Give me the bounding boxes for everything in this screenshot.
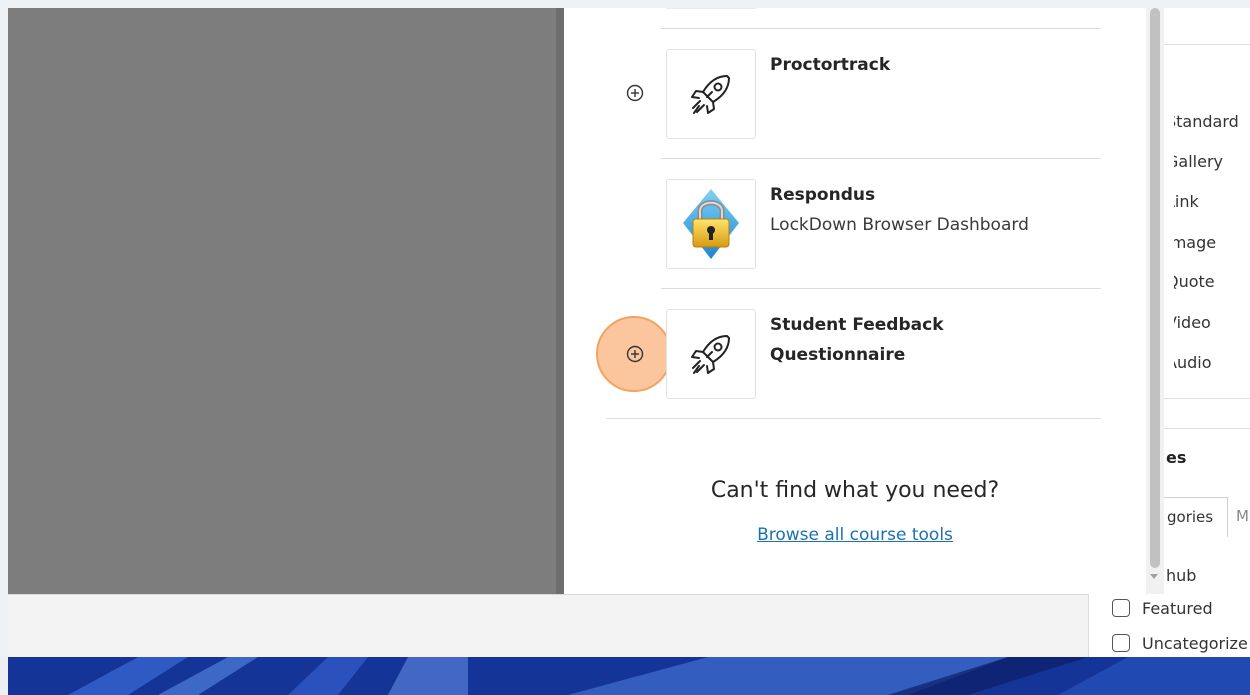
student-feedback-title-line2: Questionnaire bbox=[770, 345, 906, 365]
list-bottom-divider bbox=[606, 418, 1101, 419]
respondus-subtitle: LockDown Browser Dashboard bbox=[770, 215, 1029, 235]
padlock-icon bbox=[683, 189, 739, 259]
scroll-down-arrow[interactable] bbox=[1150, 574, 1158, 579]
desktop-wallpaper bbox=[8, 657, 1250, 695]
course-tools-panel: Proctortrack Respondus LockDown Browser … bbox=[564, 8, 1146, 594]
tab-most-used[interactable]: M bbox=[1228, 497, 1250, 537]
browse-all-tools-link[interactable]: Browse all course tools bbox=[564, 525, 1146, 545]
student-feedback-title: Student Feedback bbox=[770, 315, 944, 335]
plus-circle-icon bbox=[626, 345, 644, 363]
previous-thumb-edge bbox=[666, 8, 756, 9]
checkbox-featured[interactable]: Featured bbox=[1112, 597, 1213, 619]
proctortrack-title: Proctortrack bbox=[770, 55, 891, 75]
background-bottom-area bbox=[8, 594, 1250, 658]
row-divider bbox=[661, 288, 1101, 289]
checkbox-uncategorized[interactable]: Uncategorize bbox=[1112, 632, 1248, 654]
checkbox-label: Featured bbox=[1142, 598, 1213, 618]
add-student-feedback-button[interactable] bbox=[621, 340, 649, 368]
checkbox-box[interactable] bbox=[1112, 634, 1130, 652]
wallpaper-graphic bbox=[8, 657, 1250, 695]
category-item-partial: hub bbox=[1166, 566, 1197, 585]
tab-categories[interactable]: gories bbox=[1158, 497, 1228, 537]
panel-scrollbar[interactable] bbox=[1146, 8, 1164, 594]
block-type-standard: Standard bbox=[1166, 112, 1239, 131]
cant-find-heading: Can't find what you need? bbox=[710, 478, 1000, 503]
student-feedback-thumbnail bbox=[666, 309, 756, 399]
add-proctortrack-button[interactable] bbox=[621, 79, 649, 107]
row-divider bbox=[661, 158, 1101, 159]
checkbox-label: Uncategorize bbox=[1142, 633, 1248, 653]
rocket-icon bbox=[691, 335, 730, 374]
panel-edge bbox=[556, 8, 564, 594]
right-separator bbox=[1164, 44, 1250, 45]
block-type-gallery: Gallery bbox=[1166, 152, 1223, 171]
row-divider bbox=[661, 28, 1101, 29]
proctortrack-thumbnail bbox=[666, 49, 756, 139]
desktop: Standard Gallery Link Image Quote Video … bbox=[0, 0, 1250, 695]
plus-circle-icon bbox=[626, 84, 644, 102]
rocket-icon bbox=[691, 75, 730, 114]
right-separator bbox=[1164, 398, 1250, 399]
categories-header: es bbox=[1166, 448, 1187, 467]
respondus-title: Respondus bbox=[770, 185, 876, 205]
scrollbar-thumb[interactable] bbox=[1150, 8, 1160, 568]
browser-window: Standard Gallery Link Image Quote Video … bbox=[8, 8, 1250, 658]
respondus-thumbnail bbox=[666, 179, 756, 269]
checkbox-box[interactable] bbox=[1112, 599, 1130, 617]
right-separator bbox=[1164, 428, 1250, 429]
